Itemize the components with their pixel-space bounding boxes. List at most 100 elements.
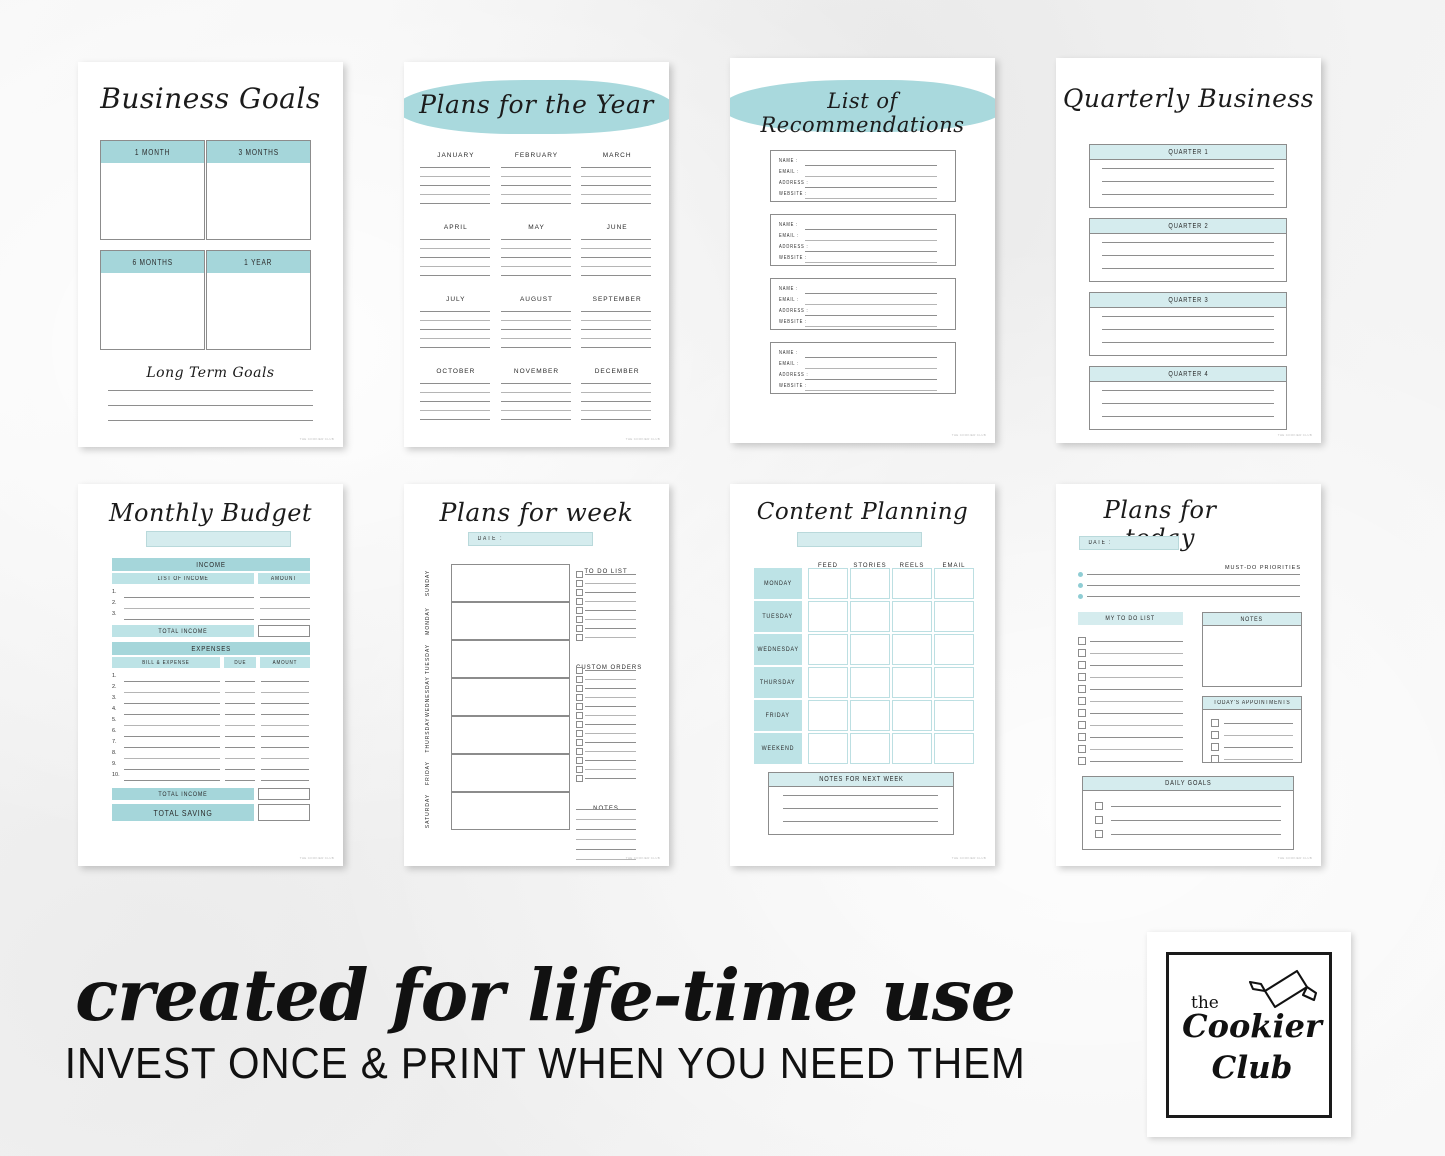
checkbox[interactable] <box>576 580 583 587</box>
cell-tuesday-email[interactable] <box>934 601 974 632</box>
expense-row-10[interactable]: 10. <box>112 772 310 783</box>
cell-wednesday-email[interactable] <box>934 634 974 665</box>
month-cell-5[interactable]: MAY <box>500 216 573 284</box>
custom-order-item-10[interactable] <box>576 747 636 756</box>
priority-row-3[interactable] <box>1078 592 1300 601</box>
todo-item-8[interactable] <box>1078 719 1183 731</box>
month-cell-10[interactable]: OCTOBER <box>420 360 492 428</box>
checkbox[interactable] <box>576 775 583 782</box>
day-row-5[interactable] <box>451 716 570 754</box>
income-row-2[interactable]: 2. <box>112 600 310 611</box>
custom-order-item-6[interactable] <box>576 711 636 720</box>
custom-order-item-8[interactable] <box>576 729 636 738</box>
cell-thursday-email[interactable] <box>934 667 974 698</box>
checkbox[interactable] <box>576 748 583 755</box>
cell-monday-reels[interactable] <box>892 568 932 599</box>
todo-item-10[interactable] <box>1078 743 1183 755</box>
todo-item-6[interactable] <box>576 615 636 624</box>
quarter-block-2[interactable]: QUARTER 2 <box>1089 218 1287 282</box>
month-cell-4[interactable]: APRIL <box>420 216 492 284</box>
month-cell-12[interactable]: DECEMBER <box>581 360 653 428</box>
custom-order-item-12[interactable] <box>576 765 636 774</box>
cell-thursday-feed[interactable] <box>808 667 848 698</box>
expense-row-4[interactable]: 4. <box>112 706 310 717</box>
cell-friday-email[interactable] <box>934 700 974 731</box>
month-cell-1[interactable]: JANUARY <box>420 144 492 212</box>
cell-thursday-reels[interactable] <box>892 667 932 698</box>
checkbox[interactable] <box>1078 721 1086 729</box>
expense-row-5[interactable]: 5. <box>112 717 310 728</box>
week-input[interactable] <box>797 532 922 547</box>
expense-row-3[interactable]: 3. <box>112 695 310 706</box>
cell-wednesday-reels[interactable] <box>892 634 932 665</box>
todo-item-5[interactable] <box>1078 683 1183 695</box>
checkbox[interactable] <box>576 676 583 683</box>
checkbox[interactable] <box>576 667 583 674</box>
checkbox[interactable] <box>576 721 583 728</box>
todo-item-4[interactable] <box>1078 671 1183 683</box>
checkbox[interactable] <box>576 589 583 596</box>
recommendation-entry-1[interactable]: NAME : EMAIL : ADDRESS : WEBSITE : <box>770 150 956 202</box>
expense-row-8[interactable]: 8. <box>112 750 310 761</box>
recommendation-entry-4[interactable]: NAME : EMAIL : ADDRESS : WEBSITE : <box>770 342 956 394</box>
month-cell-3[interactable]: MARCH <box>581 144 653 212</box>
quarter-block-3[interactable]: QUARTER 3 <box>1089 292 1287 356</box>
cell-tuesday-feed[interactable] <box>808 601 848 632</box>
month-cell-9[interactable]: SEPTEMBER <box>581 288 653 356</box>
goal-box-4[interactable]: 1 YEAR <box>206 250 311 350</box>
custom-order-item-3[interactable] <box>576 684 636 693</box>
checkbox[interactable] <box>1095 816 1103 824</box>
priority-row-2[interactable] <box>1078 581 1300 590</box>
expense-row-9[interactable]: 9. <box>112 761 310 772</box>
expense-row-2[interactable]: 2. <box>112 684 310 695</box>
todo-item-6[interactable] <box>1078 695 1183 707</box>
day-row-6[interactable] <box>451 754 570 792</box>
date-input[interactable]: DATE : <box>468 532 593 546</box>
checkbox[interactable] <box>1078 745 1086 753</box>
checkbox[interactable] <box>576 607 583 614</box>
date-input[interactable]: DATE : <box>1079 536 1179 550</box>
checkbox[interactable] <box>1211 755 1219 763</box>
expense-row-7[interactable]: 7. <box>112 739 310 750</box>
cell-thursday-stories[interactable] <box>850 667 890 698</box>
checkbox[interactable] <box>1078 673 1086 681</box>
custom-order-item-5[interactable] <box>576 702 636 711</box>
checkbox[interactable] <box>576 757 583 764</box>
appointment-item-1[interactable] <box>1211 717 1293 729</box>
cell-monday-feed[interactable] <box>808 568 848 599</box>
cell-tuesday-stories[interactable] <box>850 601 890 632</box>
cell-wednesday-stories[interactable] <box>850 634 890 665</box>
checkbox[interactable] <box>576 739 583 746</box>
todo-item-9[interactable] <box>1078 731 1183 743</box>
cell-friday-reels[interactable] <box>892 700 932 731</box>
quarter-block-1[interactable]: QUARTER 1 <box>1089 144 1287 208</box>
todo-item-5[interactable] <box>576 606 636 615</box>
cell-monday-stories[interactable] <box>850 568 890 599</box>
goal-box-3[interactable]: 6 MONTHS <box>100 250 205 350</box>
checkbox[interactable] <box>576 703 583 710</box>
checkbox[interactable] <box>576 625 583 632</box>
day-row-4[interactable] <box>451 678 570 716</box>
total-saving-input[interactable] <box>258 804 310 821</box>
income-row-1[interactable]: 1. <box>112 589 310 600</box>
daily-goal-item-2[interactable] <box>1095 813 1281 827</box>
todo-item-1[interactable] <box>1078 635 1183 647</box>
total-income-2-input[interactable] <box>258 788 310 800</box>
month-cell-7[interactable]: JULY <box>420 288 492 356</box>
cell-weekend-email[interactable] <box>934 733 974 764</box>
appointments-box[interactable]: TODAY'S APPOINTMENTS <box>1202 696 1302 763</box>
daily-goal-item-1[interactable] <box>1095 799 1281 813</box>
todo-item-3[interactable] <box>1078 659 1183 671</box>
checkbox[interactable] <box>1095 802 1103 810</box>
todo-item-1[interactable] <box>576 570 636 579</box>
custom-order-item-13[interactable] <box>576 774 636 783</box>
checkbox[interactable] <box>1211 743 1219 751</box>
checkbox[interactable] <box>1078 697 1086 705</box>
checkbox[interactable] <box>1078 709 1086 717</box>
checkbox[interactable] <box>1211 731 1219 739</box>
expense-row-6[interactable]: 6. <box>112 728 310 739</box>
custom-order-item-7[interactable] <box>576 720 636 729</box>
month-cell-6[interactable]: JUNE <box>581 216 653 284</box>
custom-order-item-2[interactable] <box>576 675 636 684</box>
month-cell-8[interactable]: AUGUST <box>500 288 573 356</box>
